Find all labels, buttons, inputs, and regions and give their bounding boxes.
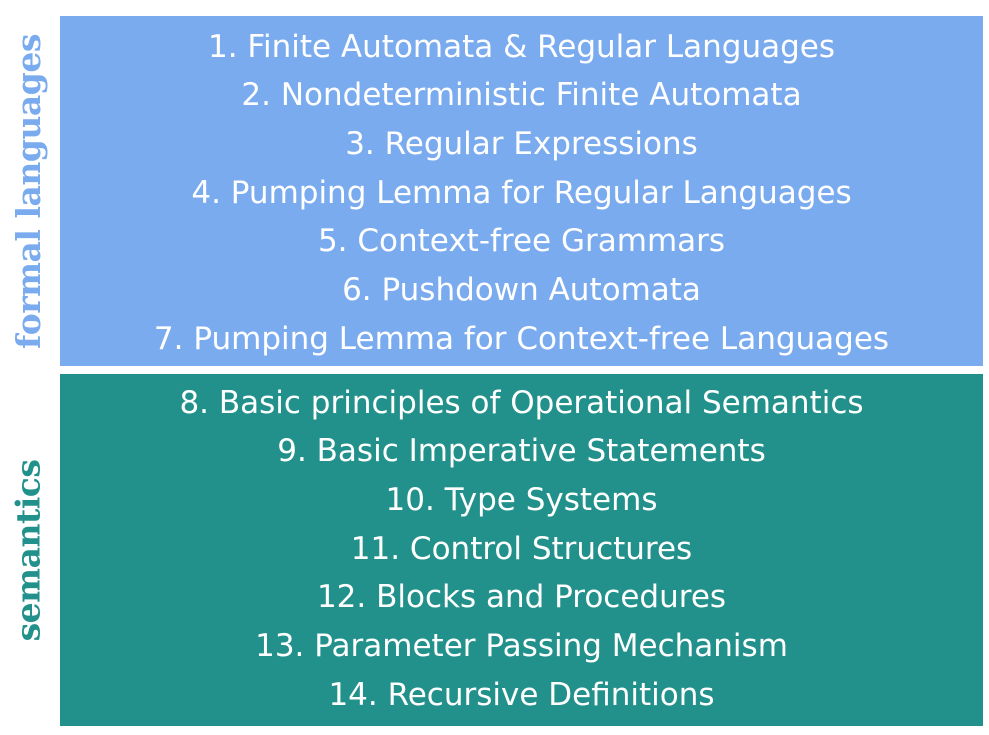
topic-item: 7. Pumping Lemma for Context-free Langua… bbox=[153, 320, 890, 357]
topic-item: 6. Pushdown Automata bbox=[342, 272, 701, 309]
topic-item: 3. Regular Expressions bbox=[345, 125, 698, 162]
formal-languages-label: formal languages bbox=[0, 14, 56, 368]
topic-item: 11. Control Structures bbox=[350, 530, 693, 567]
semantics-label: semantics bbox=[0, 374, 56, 726]
topic-item: 13. Parameter Passing Mechanism bbox=[255, 628, 788, 665]
topic-item: 9. Basic Imperative Statements bbox=[277, 433, 766, 470]
topic-item: 10. Type Systems bbox=[385, 481, 658, 518]
semantics-label-text: semantics bbox=[8, 459, 48, 641]
topic-item: 12. Blocks and Procedures bbox=[316, 579, 727, 616]
topic-item: 5. Context-free Grammars bbox=[317, 223, 726, 260]
formal-languages-label-text: formal languages bbox=[8, 33, 48, 349]
topic-item: 1. Finite Automata & Regular Languages bbox=[207, 28, 836, 65]
topic-item: 2. Nondeterministic Finite Automata bbox=[241, 77, 802, 114]
formal-languages-panel: 1. Finite Automata & Regular Languages 2… bbox=[60, 16, 983, 366]
semantics-panel: 8. Basic principles of Operational Seman… bbox=[60, 374, 983, 726]
topic-item: 14. Recursive Definitions bbox=[328, 676, 715, 713]
topic-item: 4. Pumping Lemma for Regular Languages bbox=[191, 174, 852, 211]
topic-item: 8. Basic principles of Operational Seman… bbox=[179, 384, 864, 421]
